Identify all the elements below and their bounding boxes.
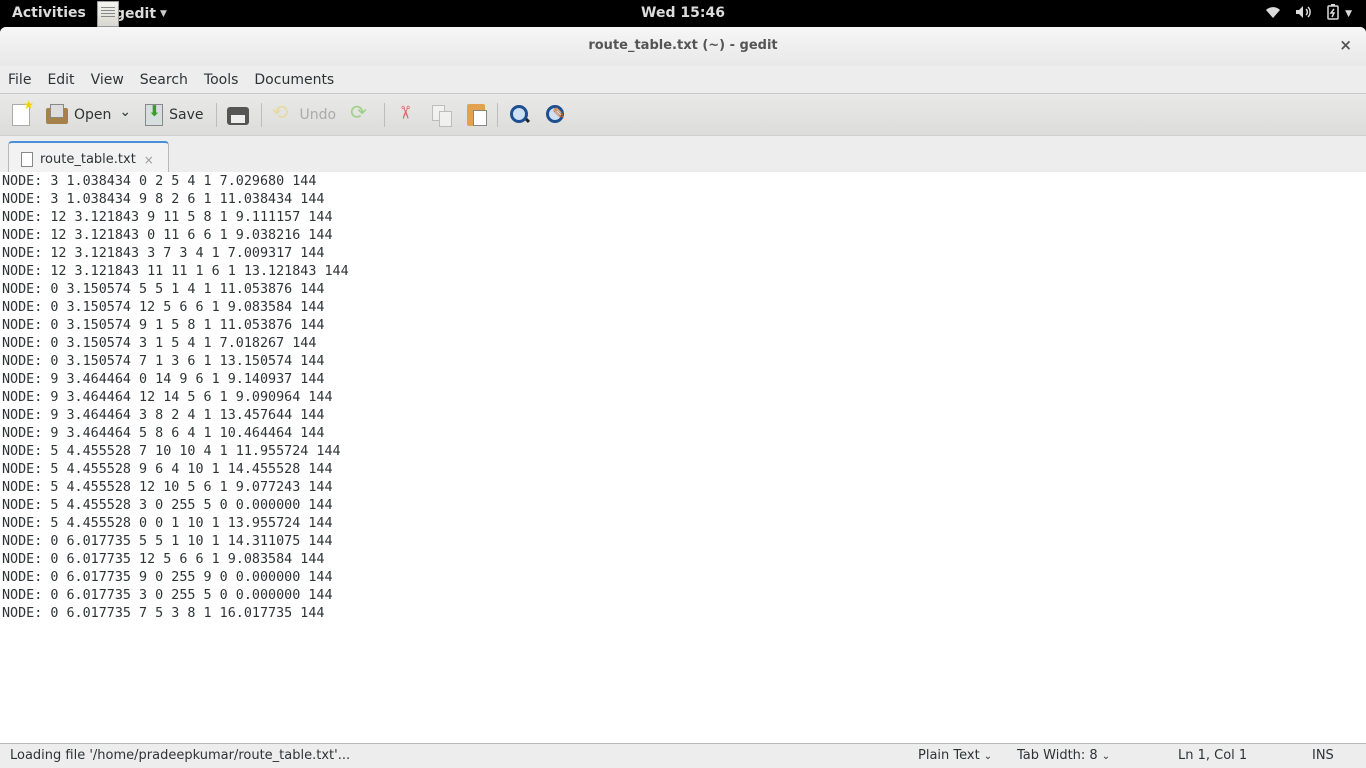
menu-search[interactable]: Search — [140, 72, 188, 88]
printer-icon — [226, 106, 249, 125]
caret-down-icon[interactable]: ▼ — [1345, 9, 1352, 19]
editor-line: NODE: 5 4.455528 3 0 255 5 0 0.000000 14… — [2, 498, 333, 513]
find-button[interactable] — [508, 100, 530, 130]
close-window-button[interactable]: × — [1339, 36, 1352, 54]
chevron-down-icon: ⌄ — [119, 103, 132, 120]
title-bar: route_table.txt (~) - gedit × — [0, 27, 1366, 66]
close-tab-icon[interactable]: × — [144, 153, 154, 167]
editor-line: NODE: 5 4.455528 9 6 4 10 1 14.455528 14… — [2, 462, 333, 477]
undo-label: Undo — [299, 106, 337, 123]
chevron-down-icon: ⌄ — [1101, 751, 1111, 762]
editor-line: NODE: 9 3.464464 0 14 9 6 1 9.140937 144 — [2, 372, 325, 387]
tab-width-selector[interactable]: Tab Width: 8 ⌄ — [1017, 748, 1110, 763]
editor-line: NODE: 0 3.150574 9 1 5 8 1 11.053876 144 — [2, 318, 325, 333]
clipboard-paste-icon — [467, 103, 488, 126]
copy-button[interactable] — [431, 100, 453, 130]
editor-line: NODE: 12 3.121843 9 11 5 8 1 9.111157 14… — [2, 210, 333, 225]
editor-line: NODE: 0 3.150574 7 1 3 6 1 13.150574 144 — [2, 354, 325, 369]
editor-line: NODE: 0 6.017735 7 5 3 8 1 16.017735 144 — [2, 606, 325, 621]
status-bar: Loading file '/home/pradeepkumar/route_t… — [0, 743, 1366, 768]
volume-icon[interactable] — [1295, 5, 1313, 23]
editor-line: NODE: 9 3.464464 3 8 2 4 1 13.457644 144 — [2, 408, 325, 423]
toolbar-separator — [215, 102, 217, 127]
gnome-top-bar: Activities gedit ▼ Wed 15:46 ▼ — [0, 0, 1366, 27]
tab-route-table[interactable]: route_table.txt × — [8, 141, 169, 176]
menu-view[interactable]: View — [91, 72, 124, 88]
menu-bar: File Edit View Search Tools Documents — [0, 66, 1366, 94]
menu-edit[interactable]: Edit — [47, 72, 74, 88]
status-message: Loading file '/home/pradeepkumar/route_t… — [10, 748, 351, 763]
toolbar-separator — [497, 102, 499, 127]
menu-file[interactable]: File — [8, 72, 31, 88]
find-replace-button[interactable] — [544, 100, 566, 130]
editor-line: NODE: 5 4.455528 0 0 1 10 1 13.955724 14… — [2, 516, 333, 531]
language-label: Plain Text — [918, 748, 980, 763]
open-recent-dropdown[interactable]: ⌄ — [119, 100, 131, 130]
editor-line: NODE: 0 6.017735 3 0 255 5 0 0.000000 14… — [2, 588, 333, 603]
editor-line: NODE: 0 6.017735 12 5 6 6 1 9.083584 144 — [2, 552, 325, 567]
cut-button[interactable] — [395, 100, 417, 130]
editor-line: NODE: 0 6.017735 9 0 255 9 0 0.000000 14… — [2, 570, 333, 585]
tab-width-label: Tab Width: 8 — [1017, 748, 1098, 763]
undo-icon — [272, 100, 294, 126]
text-document-icon — [21, 152, 33, 167]
redo-icon — [350, 100, 372, 126]
gedit-window: route_table.txt (~) - gedit × File Edit … — [0, 27, 1366, 768]
language-selector[interactable]: Plain Text ⌄ — [918, 748, 992, 763]
editor-line: NODE: 3 1.038434 0 2 5 4 1 7.029680 144 — [2, 174, 317, 189]
paste-button[interactable] — [467, 100, 488, 130]
copy-icon — [431, 104, 453, 127]
magnifier-icon — [508, 104, 530, 126]
save-icon — [145, 102, 164, 126]
chevron-down-icon: ⌄ — [983, 751, 993, 762]
menu-documents[interactable]: Documents — [254, 72, 334, 88]
editor-line: NODE: 0 6.017735 5 5 1 10 1 14.311075 14… — [2, 534, 333, 549]
clock[interactable]: Wed 15:46 — [0, 5, 1366, 21]
wifi-icon[interactable] — [1265, 5, 1281, 23]
cursor-position: Ln 1, Col 1 — [1178, 748, 1248, 763]
editor-line: NODE: 5 4.455528 12 10 5 6 1 9.077243 14… — [2, 480, 333, 495]
window-title: route_table.txt (~) - gedit — [588, 38, 778, 53]
editor-line: NODE: 0 3.150574 5 5 1 4 1 11.053876 144 — [2, 282, 325, 297]
toolbar-separator — [384, 102, 386, 127]
editor-line: NODE: 0 3.150574 12 5 6 6 1 9.083584 144 — [2, 300, 325, 315]
save-label: Save — [169, 106, 204, 123]
editor-line: NODE: 5 4.455528 7 10 10 4 1 11.955724 1… — [2, 444, 341, 459]
menu-tools[interactable]: Tools — [204, 72, 239, 88]
editor-line: NODE: 9 3.464464 12 14 5 6 1 9.090964 14… — [2, 390, 333, 405]
text-editor[interactable]: NODE: 3 1.038434 0 2 5 4 1 7.029680 144 N… — [0, 172, 1366, 743]
new-document-button[interactable] — [12, 98, 34, 130]
undo-button[interactable]: Undo — [272, 100, 337, 130]
scissors-icon — [395, 104, 417, 126]
toolbar-separator — [260, 102, 262, 127]
editor-line: NODE: 9 3.464464 5 8 6 4 1 10.464464 144 — [2, 426, 325, 441]
open-label: Open — [74, 106, 112, 123]
editor-line: NODE: 12 3.121843 3 7 3 4 1 7.009317 144 — [2, 246, 325, 261]
save-button[interactable]: Save — [145, 100, 204, 130]
find-replace-icon — [544, 104, 566, 126]
system-tray[interactable]: ▼ — [1265, 4, 1352, 24]
battery-icon[interactable] — [1327, 4, 1339, 24]
editor-line: NODE: 0 3.150574 3 1 5 4 1 7.018267 144 — [2, 336, 317, 351]
editor-line: NODE: 12 3.121843 11 11 1 6 1 13.121843 … — [2, 264, 349, 279]
editor-line: NODE: 12 3.121843 0 11 6 6 1 9.038216 14… — [2, 228, 333, 243]
new-document-icon — [12, 98, 34, 126]
editor-line: NODE: 3 1.038434 9 8 2 6 1 11.038434 144 — [2, 192, 325, 207]
toolbar: Open ⌄ Save Undo — [0, 94, 1366, 136]
open-button[interactable]: Open — [46, 100, 111, 130]
print-button[interactable] — [226, 100, 249, 130]
document-tab-bar: route_table.txt × — [0, 136, 1366, 176]
redo-button[interactable] — [350, 100, 372, 130]
insert-mode-indicator: INS — [1312, 748, 1334, 763]
tab-label: route_table.txt — [40, 152, 136, 167]
folder-open-icon — [46, 104, 68, 124]
